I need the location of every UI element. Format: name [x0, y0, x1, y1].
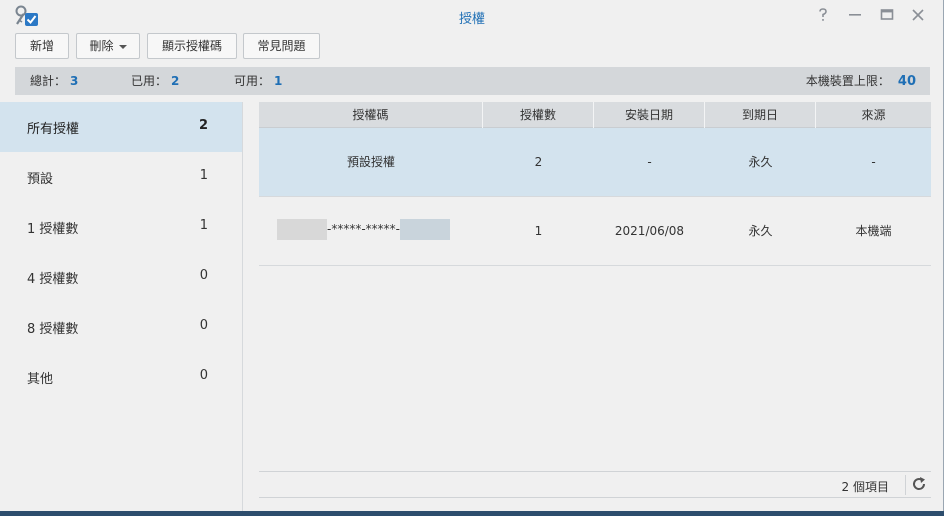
minimize-icon[interactable] [846, 6, 864, 24]
cell-install-date: 2021/06/08 [614, 224, 685, 238]
sidebar-item-label: 預設 [27, 172, 54, 187]
stat-used-value: 2 [171, 74, 180, 88]
masked-license-key: -*****-*****- [277, 219, 450, 240]
item-count: 2 個項目 [841, 480, 889, 494]
column-header-license-key[interactable]: 授權碼 [259, 102, 483, 128]
license-window: 授權 新增 刪除 顯示授權碼 常見問題 總計： 3 已用： 2 可用： 1 本機裝置上… [0, 0, 944, 511]
sidebar-item-label: 8 授權數 [27, 322, 79, 337]
column-header-install-date[interactable]: 安裝日期 [594, 102, 705, 128]
sidebar-item-8-licenses[interactable]: 8 授權數 0 [0, 302, 242, 352]
cell-install-date: - [647, 155, 652, 169]
sidebar-item-label: 1 授權數 [27, 222, 79, 237]
sidebar-item-1-license[interactable]: 1 授權數 1 [0, 202, 242, 252]
sidebar-item-count: 0 [199, 368, 208, 383]
stat-used: 已用： 2 [131, 74, 180, 88]
cell-license-key: -*****-*****- [259, 197, 483, 265]
sidebar-item-other[interactable]: 其他 0 [0, 352, 242, 402]
table-row[interactable]: -*****-*****- 1 2021/06/08 永久 本機端 [259, 197, 931, 266]
license-summary-bar: 總計： 3 已用： 2 可用： 1 本機裝置上限： 40 [15, 67, 930, 95]
sidebar-item-label: 所有授權 [27, 122, 80, 137]
add-button[interactable]: 新增 [15, 33, 69, 59]
sidebar-item-count: 0 [199, 318, 208, 333]
sidebar-item-count: 1 [199, 168, 208, 183]
sidebar-item-count: 1 [199, 218, 208, 233]
cell-license-count: 1 [534, 224, 543, 238]
show-license-key-button[interactable]: 顯示授權碼 [147, 33, 237, 59]
stat-total: 總計： 3 [30, 74, 79, 88]
table-header: 授權碼 授權數 安裝日期 到期日 來源 [259, 102, 931, 128]
delete-button-label: 刪除 [89, 39, 114, 53]
sidebar-item-4-licenses[interactable]: 4 授權數 0 [0, 252, 242, 302]
title-bar[interactable]: 授權 [0, 0, 944, 32]
redacted-block [400, 219, 450, 240]
cell-expiry-date: 永久 [748, 224, 773, 238]
close-icon[interactable] [909, 6, 927, 24]
column-header-source[interactable]: 來源 [816, 102, 931, 128]
sidebar-item-label: 4 授權數 [27, 272, 79, 287]
stat-device-limit: 本機裝置上限： 40 [805, 74, 916, 89]
delete-button[interactable]: 刪除 [76, 33, 140, 59]
column-header-expiry-date[interactable]: 到期日 [705, 102, 816, 128]
sidebar-item-all-licenses[interactable]: 所有授權 2 [0, 102, 242, 152]
table-footer: 2 個項目 [259, 471, 931, 498]
maximize-icon[interactable] [878, 6, 896, 24]
stat-available-value: 1 [274, 74, 283, 88]
sidebar-item-label: 其他 [27, 372, 54, 387]
sidebar-item-default[interactable]: 預設 1 [0, 152, 242, 202]
cell-license-key: 預設授權 [346, 155, 395, 169]
cell-license-count: 2 [534, 155, 543, 169]
stat-total-value: 3 [70, 74, 79, 88]
column-header-license-count[interactable]: 授權數 [483, 102, 594, 128]
desktop-background [0, 511, 944, 516]
license-category-sidebar: 所有授權 2 預設 1 1 授權數 1 4 授權數 0 8 授權數 0 其他 0 [0, 102, 243, 511]
license-table: 授權碼 授權數 安裝日期 到期日 來源 預設授權 2 - 永久 - -*****… [259, 102, 931, 266]
faq-button[interactable]: 常見問題 [243, 33, 320, 59]
stat-available: 可用： 1 [234, 74, 283, 88]
stat-device-limit-value: 40 [897, 74, 916, 89]
chevron-down-icon [118, 44, 127, 49]
window-title: 授權 [458, 12, 485, 27]
cell-source: 本機端 [855, 224, 892, 238]
refresh-icon[interactable] [905, 475, 926, 495]
redacted-block [277, 219, 327, 240]
sidebar-item-count: 0 [199, 268, 208, 283]
table-row[interactable]: 預設授權 2 - 永久 - [259, 128, 931, 197]
sidebar-item-count: 2 [198, 118, 208, 133]
help-icon[interactable] [814, 6, 832, 24]
cell-source: - [871, 155, 876, 169]
cell-expiry-date: 永久 [748, 155, 773, 169]
